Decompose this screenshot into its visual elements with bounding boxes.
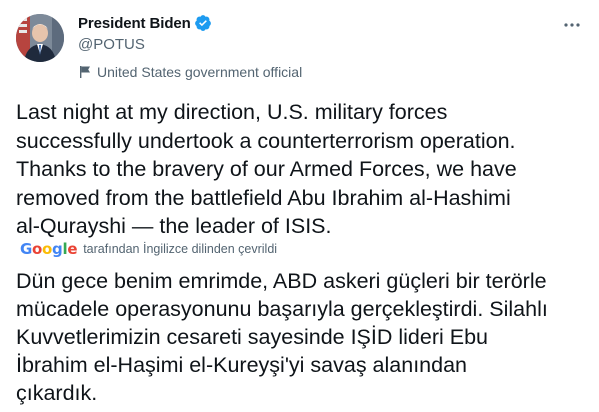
tweet-header: President Biden @POTUS United States gov bbox=[16, 10, 583, 80]
tweet-text: Last night at my direction, U.S. militar… bbox=[16, 100, 517, 238]
translated-text: Dün gece benim emrimde, ABD askeri güçle… bbox=[16, 269, 548, 405]
verified-badge-icon bbox=[194, 14, 212, 32]
handle[interactable]: @POTUS bbox=[78, 35, 302, 55]
more-options-icon[interactable] bbox=[561, 14, 583, 36]
display-name[interactable]: President Biden bbox=[78, 15, 191, 32]
google-logo: Google bbox=[20, 240, 78, 258]
avatar[interactable] bbox=[16, 14, 64, 62]
tweet-card: President Biden @POTUS United States gov bbox=[0, 0, 599, 412]
translation-attribution: Google tarafından İngilizce dilinden çev… bbox=[20, 240, 277, 258]
flag-icon bbox=[78, 65, 92, 79]
translation-note[interactable]: tarafından İngilizce dilinden çevrildi bbox=[83, 242, 277, 256]
government-label: United States government official bbox=[78, 63, 302, 81]
avatar-image bbox=[16, 14, 64, 62]
name-row: President Biden bbox=[78, 13, 302, 33]
user-info: President Biden @POTUS United States gov bbox=[78, 13, 302, 81]
label-text: United States government official bbox=[97, 64, 303, 80]
